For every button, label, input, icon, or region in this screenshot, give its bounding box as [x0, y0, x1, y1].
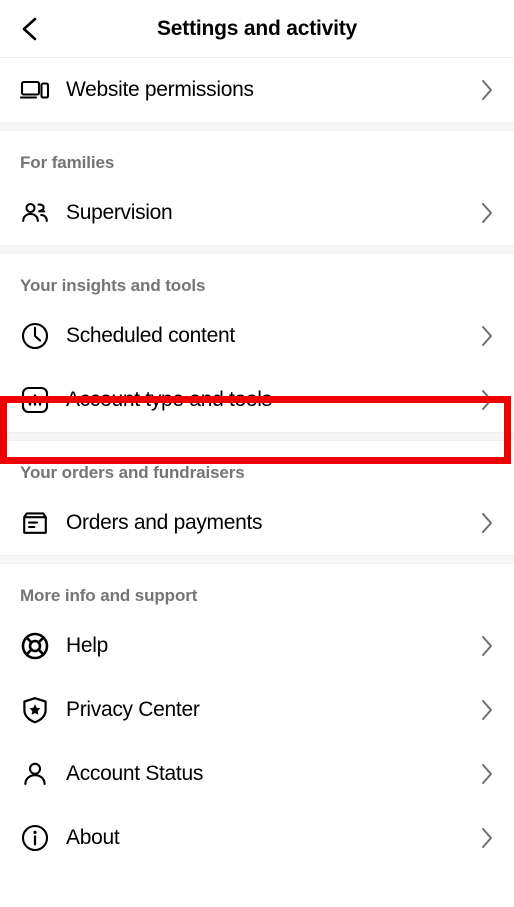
chevron-right-icon — [472, 325, 494, 347]
back-button[interactable] — [6, 0, 54, 58]
box-receipt-icon — [18, 506, 52, 540]
row-label: Privacy Center — [66, 698, 200, 721]
chevron-right-icon — [472, 512, 494, 534]
chevron-left-icon — [19, 16, 41, 42]
devices-icon — [18, 73, 52, 107]
row-website-permissions[interactable]: Website permissions — [0, 58, 514, 122]
lifebuoy-icon — [18, 629, 52, 663]
person-icon — [18, 757, 52, 791]
chevron-right-icon — [472, 827, 494, 849]
row-label: Help — [66, 634, 108, 657]
row-supervision[interactable]: Supervision — [0, 181, 514, 245]
shield-star-icon — [18, 693, 52, 727]
section-title-your-orders-and-fundraisers: Your orders and fundraisers — [20, 463, 245, 482]
section-title-more-info-and-support: More info and support — [20, 586, 198, 605]
row-about[interactable]: About — [0, 806, 514, 870]
settings-and-activity-screen: Settings and activity Website permission… — [0, 0, 514, 907]
row-label: Account Status — [66, 762, 204, 785]
bar-chart-icon — [18, 383, 52, 417]
row-label: About — [66, 826, 120, 849]
section-title-for-families: For families — [20, 153, 115, 172]
section-your-insights-and-tools: Your insights and tools Scheduled conten… — [0, 254, 514, 432]
people-icon — [18, 196, 52, 230]
row-privacy-center[interactable]: Privacy Center — [0, 678, 514, 742]
row-orders-and-payments[interactable]: Orders and payments — [0, 491, 514, 555]
section-your-orders-and-fundraisers: Your orders and fundraisers Orders and p… — [0, 441, 514, 555]
info-circle-icon — [18, 821, 52, 855]
row-label: Website permissions — [66, 78, 254, 101]
section-more-info-and-support: More info and support Help Privacy Cente… — [0, 564, 514, 870]
row-label: Account type and tools — [66, 388, 272, 411]
section-divider — [0, 245, 514, 254]
chevron-right-icon — [472, 635, 494, 657]
row-scheduled-content[interactable]: Scheduled content — [0, 304, 514, 368]
chevron-right-icon — [472, 202, 494, 224]
section-title-your-insights-and-tools: Your insights and tools — [20, 276, 206, 295]
chevron-right-icon — [472, 763, 494, 785]
section-for-families: For families Supervision — [0, 131, 514, 245]
section-divider — [0, 555, 514, 564]
chevron-right-icon — [472, 389, 494, 411]
section-divider — [0, 122, 514, 131]
page-title: Settings and activity — [156, 16, 358, 40]
screen-header: Settings and activity — [0, 0, 514, 58]
section-top: Website permissions — [0, 58, 514, 122]
row-account-status[interactable]: Account Status — [0, 742, 514, 806]
clock-icon — [18, 319, 52, 353]
row-label: Scheduled content — [66, 324, 235, 347]
chevron-right-icon — [472, 699, 494, 721]
chevron-right-icon — [472, 79, 494, 101]
section-divider — [0, 432, 514, 441]
row-account-type-and-tools[interactable]: Account type and tools — [0, 368, 514, 432]
row-label: Supervision — [66, 201, 173, 224]
row-help[interactable]: Help — [0, 614, 514, 678]
row-label: Orders and payments — [66, 511, 263, 534]
